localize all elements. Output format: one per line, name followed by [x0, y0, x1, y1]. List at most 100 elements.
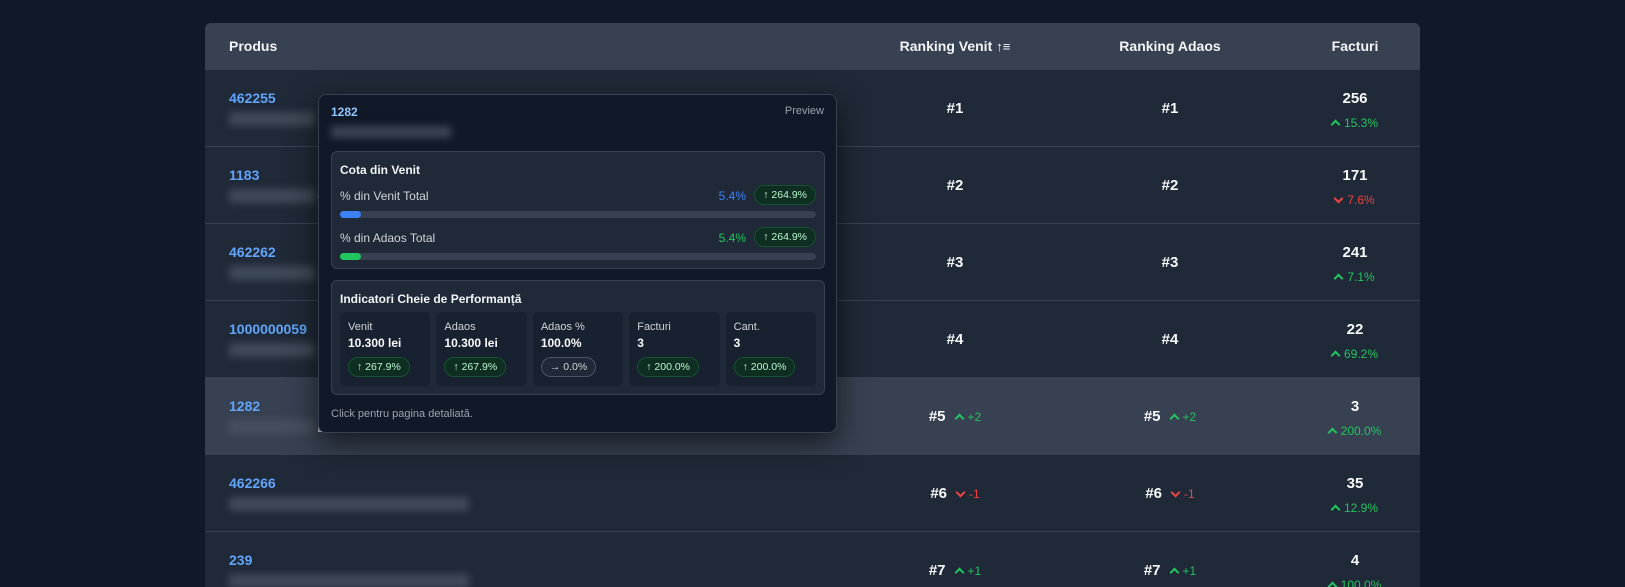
kpi-section: Indicatori Cheie de Performanță Venit 10.…	[331, 280, 825, 395]
ranking-venit-delta-value: +1	[967, 563, 982, 578]
ranking-adaos-value: #1	[1161, 100, 1179, 117]
product-name-redacted	[229, 188, 315, 203]
table-row[interactable]: 239 #7 +1 #7 +1 4 100.0%	[205, 531, 1420, 587]
ranking-venit-delta-value: -1	[969, 486, 980, 501]
chevron-up-icon	[1330, 119, 1341, 130]
venit-share-label: % din Venit Total	[340, 189, 429, 203]
venit-share-fill	[340, 211, 362, 218]
venit-share-change-badge: ↑ 264.9%	[754, 185, 816, 205]
ranking-venit-cell: #1	[845, 70, 1065, 147]
product-preview-popover: 1282 Preview Cota din Venit % din Venit …	[318, 94, 837, 433]
ranking-venit-cell: #7 +1	[845, 532, 1065, 587]
ranking-adaos-delta-value: +1	[1182, 563, 1197, 578]
facturi-delta-value: 7.6%	[1347, 193, 1375, 207]
facturi-delta: 69.2%	[1330, 347, 1379, 361]
product-code-link[interactable]: 462266	[229, 475, 276, 491]
ranking-adaos-delta-value: +2	[1182, 409, 1197, 424]
header-ranking-venit-label: Ranking Venit	[899, 38, 993, 54]
chevron-down-icon	[955, 487, 966, 497]
chevron-up-icon	[1330, 504, 1341, 515]
facturi-delta: 200.0%	[1327, 424, 1381, 438]
product-code-link[interactable]: 1000000059	[229, 321, 307, 337]
product-code-link[interactable]: 462255	[229, 90, 276, 106]
ranking-adaos-value: #6	[1145, 485, 1162, 502]
chevron-up-icon	[1333, 273, 1344, 284]
product-code-link[interactable]: 462262	[229, 244, 276, 260]
adaos-share-change-badge: ↑ 264.9%	[754, 227, 816, 247]
kpi-label: Facturi	[637, 321, 671, 333]
table-row[interactable]: 462266 #6 -1 #6 -1 35 12.9%	[205, 454, 1420, 531]
chevron-up-icon	[1327, 581, 1338, 587]
ranking-venit-cell: #6 -1	[845, 455, 1065, 532]
product-name-redacted	[229, 573, 469, 587]
ranking-venit-value: #6	[930, 485, 947, 502]
facturi-delta-value: 100.0%	[1340, 578, 1382, 587]
chevron-up-icon	[1330, 350, 1341, 361]
chevron-up-icon	[1327, 427, 1338, 438]
ranking-venit-value: #4	[946, 331, 964, 348]
ranking-venit-delta-value: +2	[967, 409, 982, 424]
ranking-venit-cell: #3	[845, 224, 1065, 301]
facturi-cell: 35 12.9%	[1245, 455, 1420, 532]
kpi-label: Venit	[348, 321, 373, 333]
ranking-venit-delta: +1	[954, 563, 982, 578]
kpi-change-badge: ↑ 200.0%	[733, 357, 796, 377]
table-header: Produs Ranking Venit ↑≡ Ranking Adaos Fac…	[205, 23, 1420, 69]
facturi-cell: 22 69.2%	[1245, 301, 1420, 378]
header-facturi[interactable]: Facturi	[1245, 23, 1420, 69]
popover-preview-label: Preview	[784, 105, 824, 117]
kpi-value: 3	[637, 336, 644, 350]
kpi-section-title: Indicatori Cheie de Performanță	[340, 292, 522, 306]
facturi-delta: 15.3%	[1330, 116, 1379, 130]
chevron-down-icon	[1170, 487, 1181, 497]
product-code-link[interactable]: 239	[229, 552, 252, 568]
facturi-cell: 4 100.0%	[1245, 532, 1420, 587]
adaos-share-label: % din Adaos Total	[340, 231, 436, 245]
chevron-up-icon	[1169, 567, 1179, 577]
ranking-adaos-delta: -1	[1170, 486, 1195, 501]
facturi-cell: 256 15.3%	[1245, 70, 1420, 147]
popover-product-code[interactable]: 1282	[331, 105, 358, 119]
header-product[interactable]: Produs	[229, 23, 277, 69]
ranking-adaos-value: #7	[1143, 562, 1161, 579]
ranking-adaos-delta: +2	[1169, 409, 1197, 424]
facturi-delta-value: 12.9%	[1343, 501, 1379, 515]
facturi-delta-value: 69.2%	[1343, 347, 1379, 361]
venit-share-row: % din Venit Total 5.4% ↑ 264.9%	[340, 185, 816, 221]
product-code-link[interactable]: 1183	[229, 167, 259, 183]
cota-venit-section: Cota din Venit % din Venit Total 5.4% ↑ …	[331, 151, 825, 269]
ranking-adaos-value: #5	[1143, 408, 1161, 425]
header-ranking-venit[interactable]: Ranking Venit ↑≡	[845, 23, 1065, 69]
kpi-label: Adaos	[444, 321, 476, 333]
kpi-label: Adaos %	[540, 321, 585, 333]
ranking-venit-cell: #5 +2	[845, 378, 1065, 455]
product-name-redacted	[229, 111, 315, 126]
ranking-venit-value: #1	[946, 100, 964, 117]
ranking-adaos-delta-value: -1	[1184, 486, 1195, 501]
kpi-change-badge: ↑ 267.9%	[348, 357, 410, 377]
kpi-change-badge: ↑ 200.0%	[637, 357, 699, 377]
ranking-venit-value: #2	[946, 177, 964, 194]
chevron-up-icon	[954, 413, 964, 423]
facturi-count: 171	[1342, 167, 1368, 184]
product-name	[229, 572, 469, 587]
ranking-venit-cell: #4	[845, 301, 1065, 378]
product-name	[229, 495, 469, 513]
kpi-card: Facturi 3 ↑ 200.0%	[629, 312, 720, 386]
product-name-redacted	[229, 342, 315, 357]
facturi-cell: 3 200.0%	[1245, 378, 1420, 455]
facturi-cell: 241 7.1%	[1245, 224, 1420, 301]
adaos-share-percent: 5.4%	[718, 231, 746, 245]
product-code-link[interactable]: 1282	[229, 398, 260, 414]
kpi-change-badge: → 0.0%	[540, 357, 597, 377]
popover-product-name-redacted	[331, 123, 451, 141]
kpi-label: Cant.	[733, 321, 760, 333]
kpi-card: Venit 10.300 lei ↑ 267.9%	[340, 312, 431, 386]
facturi-count: 22	[1346, 321, 1364, 338]
facturi-count: 3	[1350, 398, 1360, 415]
facturi-delta-value: 15.3%	[1343, 116, 1379, 130]
ranking-adaos-value: #4	[1161, 331, 1179, 348]
ranking-venit-delta: -1	[955, 486, 980, 501]
adaos-share-row: % din Adaos Total 5.4% ↑ 264.9%	[340, 227, 816, 263]
cota-section-title: Cota din Venit	[340, 163, 421, 177]
